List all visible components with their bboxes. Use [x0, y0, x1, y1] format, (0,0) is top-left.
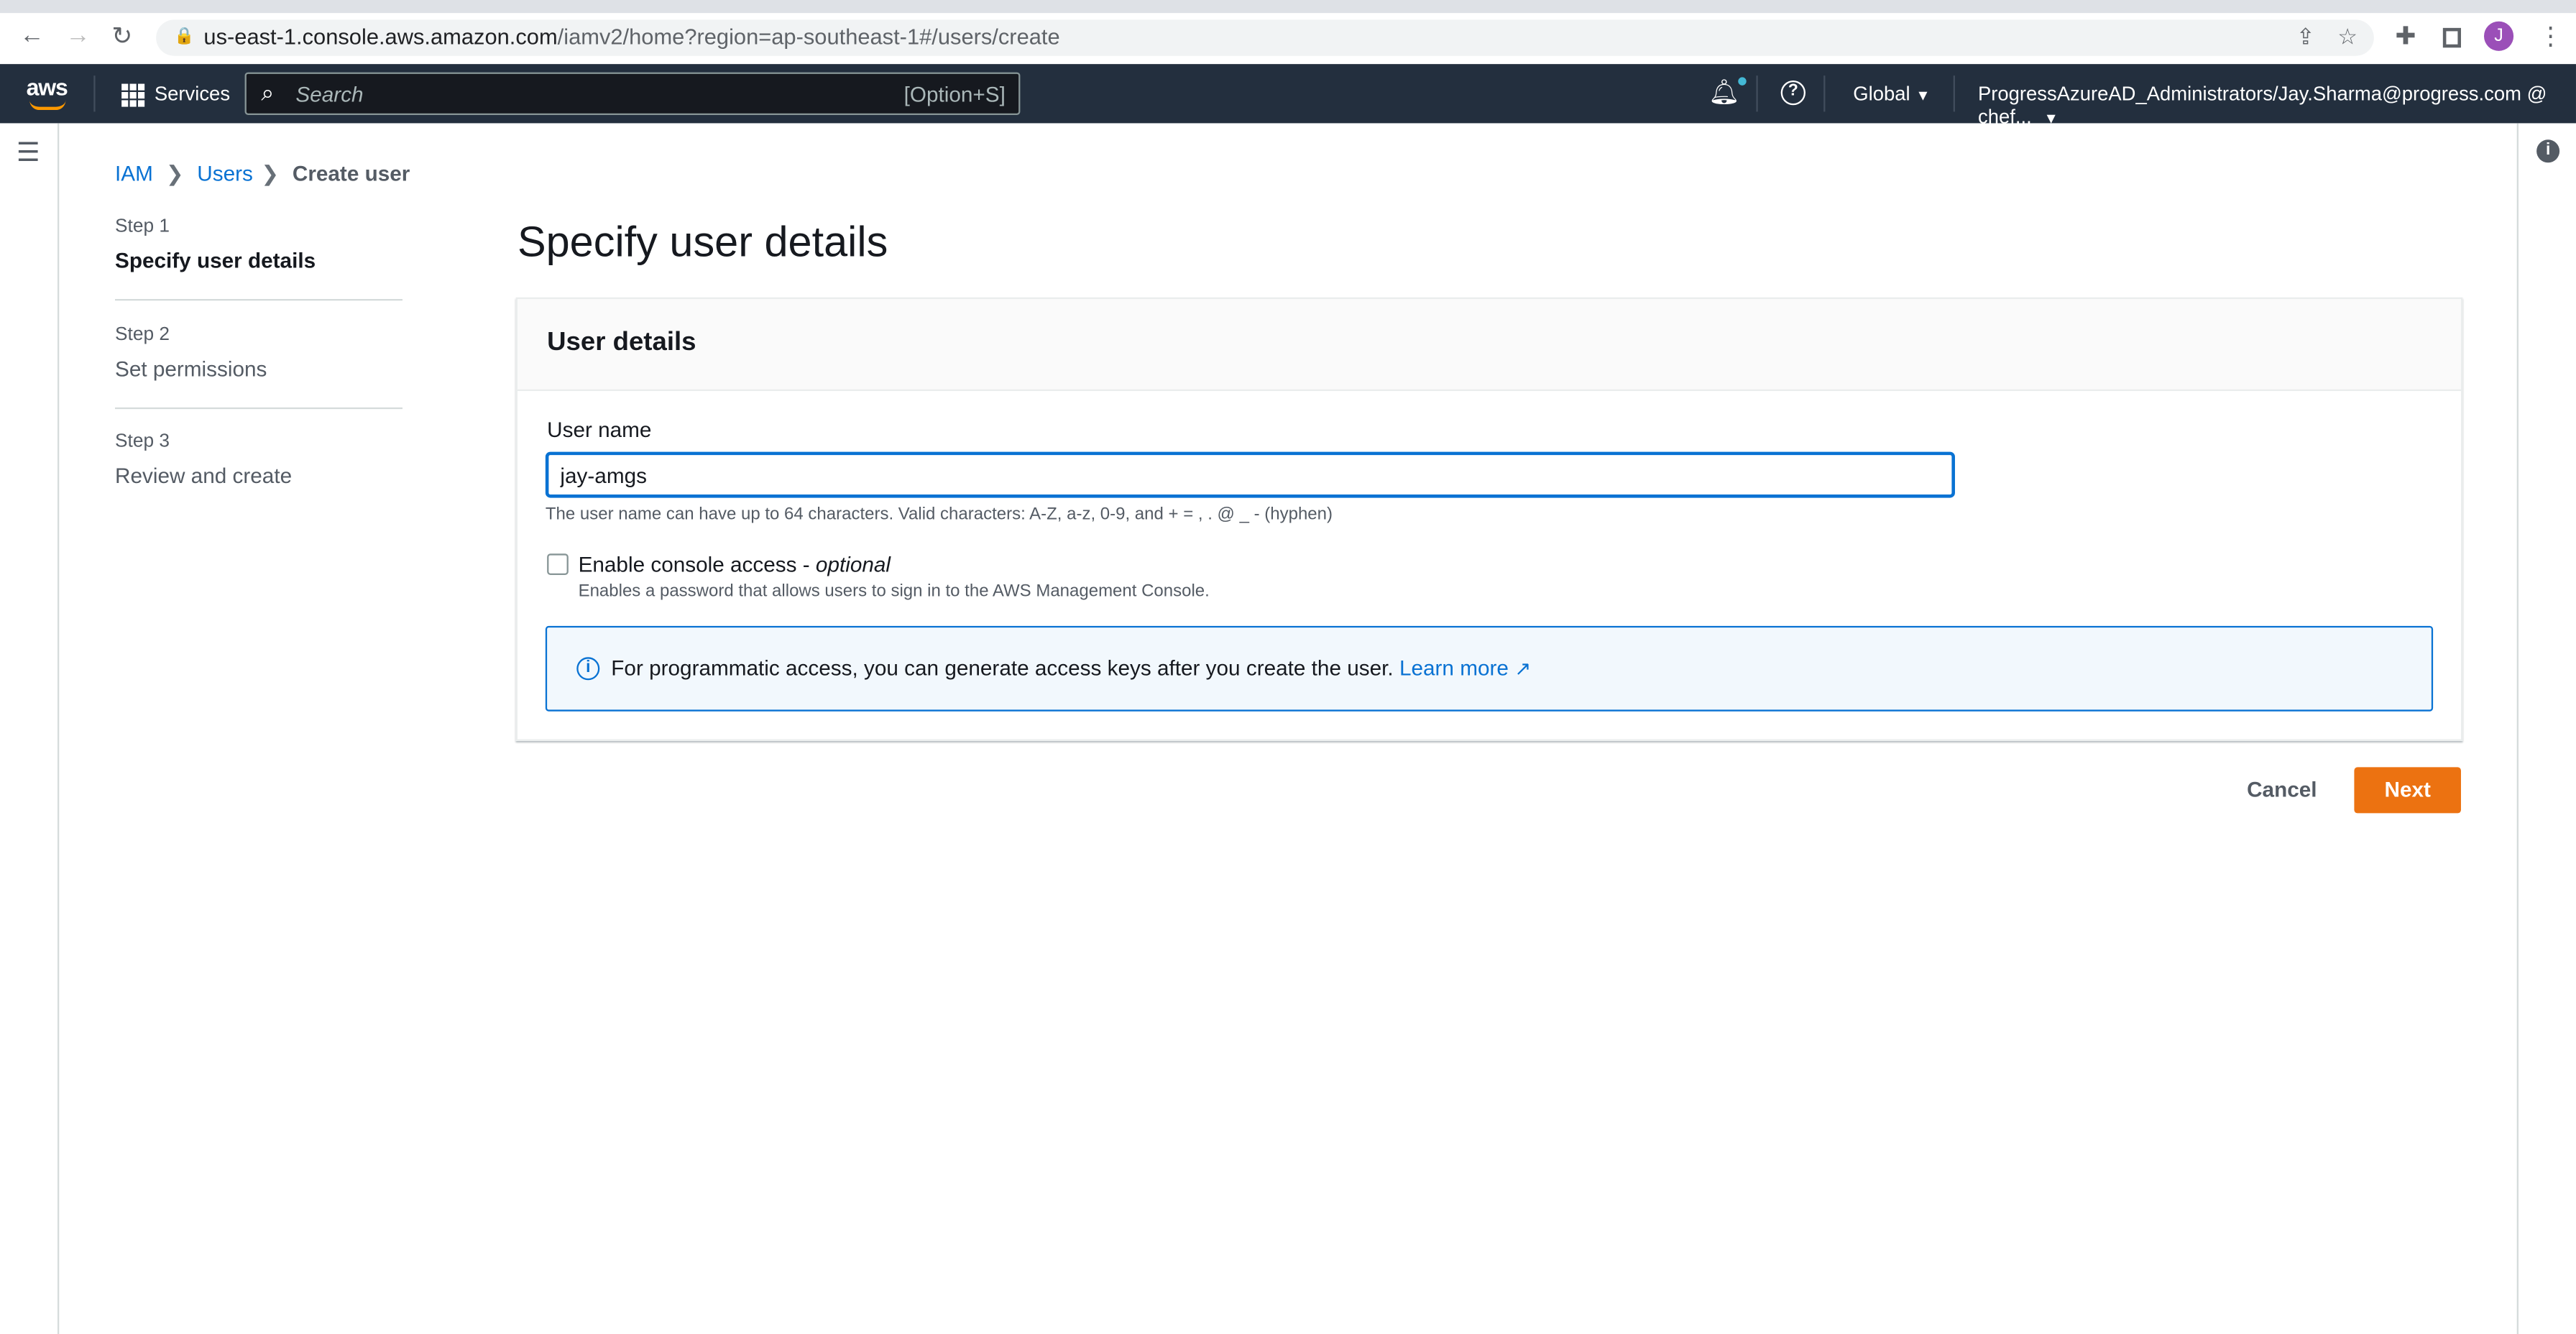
- help-icon[interactable]: ?: [1780, 80, 1806, 106]
- chevron-right-icon: ❯: [165, 160, 184, 186]
- caret-down-icon: ▼: [2043, 110, 2058, 126]
- region-selector[interactable]: Global ▼: [1853, 82, 1930, 105]
- username-hint: The user name can have up to 64 characte…: [545, 504, 1333, 525]
- console-access-text: Enable console access -: [578, 551, 816, 577]
- console-access-label[interactable]: Enable console access - optional: [579, 552, 891, 576]
- username-input[interactable]: [545, 451, 1955, 498]
- breadcrumb-users[interactable]: Users: [197, 161, 253, 185]
- extensions-icon[interactable]: ✚: [2396, 22, 2416, 51]
- divider: [114, 298, 402, 301]
- info-message: For programmatic access, you can generat…: [611, 655, 1394, 681]
- console-access-description: Enables a password that allows users to …: [578, 581, 1210, 602]
- aws-logo[interactable]: aws: [27, 74, 68, 101]
- left-nav-rail: ☰: [0, 123, 60, 1334]
- caret-down-icon: ▼: [1915, 87, 1931, 104]
- search-placeholder: Search: [295, 82, 364, 107]
- side-panel-icon[interactable]: [2442, 27, 2461, 48]
- card-header: User details: [517, 298, 2461, 391]
- share-icon[interactable]: ⇪: [2296, 19, 2315, 55]
- step-2-name: Set permissions: [114, 356, 267, 382]
- notification-dot: [1738, 77, 1747, 86]
- services-menu[interactable]: Services: [155, 82, 230, 105]
- step-1-name: Specify user details: [114, 248, 316, 273]
- divider: [1823, 75, 1826, 112]
- external-link-icon[interactable]: ↗: [1514, 657, 1531, 680]
- username-label: User name: [547, 417, 652, 442]
- menu-kebab-icon[interactable]: ⋮: [2538, 22, 2562, 51]
- address-bar[interactable]: 🔒 us-east-1.console.aws.amazon.com/iamv2…: [156, 19, 2374, 56]
- region-label: Global: [1853, 82, 1910, 106]
- search-input[interactable]: ⌕ Search [Option+S]: [244, 72, 1021, 115]
- aws-logo-smile: [29, 100, 66, 111]
- forward-icon[interactable]: →: [65, 22, 90, 50]
- divider: [1756, 75, 1758, 112]
- search-shortcut: [Option+S]: [903, 82, 1006, 107]
- info-alert-text: For programmatic access, you can generat…: [611, 656, 1531, 680]
- back-icon[interactable]: ←: [19, 22, 44, 50]
- info-alert: i For programmatic access, you can gener…: [545, 625, 2434, 712]
- breadcrumb-iam[interactable]: IAM: [115, 161, 153, 185]
- divider: [114, 407, 402, 410]
- browser-tab-strip: [0, 0, 2576, 14]
- step-3-name: Review and create: [114, 463, 293, 488]
- browser-toolbar: ← → ↻ 🔒 us-east-1.console.aws.amazon.com…: [0, 13, 2576, 65]
- right-help-rail: i: [2516, 123, 2576, 1334]
- aws-top-nav: aws Services ⌕ Search [Option+S] 🔔︎ ? Gl…: [0, 64, 2576, 128]
- account-menu[interactable]: ProgressAzureAD_Administrators/Jay.Sharm…: [1978, 82, 2576, 128]
- lock-icon: 🔒: [174, 27, 195, 46]
- console-access-checkbox[interactable]: [547, 553, 569, 575]
- services-grid-icon[interactable]: [121, 83, 145, 107]
- learn-more-link[interactable]: Learn more: [1399, 656, 1509, 680]
- info-panel-icon[interactable]: i: [2536, 139, 2560, 163]
- breadcrumb-current: Create user: [292, 160, 410, 186]
- star-icon[interactable]: ☆: [2337, 19, 2358, 55]
- next-button[interactable]: Next: [2354, 767, 2461, 814]
- search-icon: ⌕: [261, 78, 275, 106]
- step-3-label: Step 3: [114, 432, 170, 452]
- optional-tag: optional: [815, 551, 891, 577]
- url-host: us-east-1.console.aws.amazon.com: [203, 24, 558, 50]
- cancel-button[interactable]: Cancel: [2235, 767, 2330, 813]
- account-label: ProgressAzureAD_Administrators/Jay.Sharm…: [1977, 82, 2547, 129]
- info-icon: i: [576, 657, 600, 681]
- card-title: User details: [547, 328, 696, 356]
- step-1-label: Step 1: [114, 216, 170, 237]
- hamburger-menu-icon[interactable]: ☰: [17, 137, 40, 170]
- notifications-bell-icon[interactable]: 🔔︎: [1708, 77, 1740, 107]
- divider: [93, 75, 96, 112]
- reload-icon[interactable]: ↻: [111, 22, 132, 51]
- step-2-label: Step 2: [114, 325, 170, 345]
- profile-avatar[interactable]: J: [2483, 21, 2514, 51]
- divider: [1953, 75, 1955, 112]
- url-path: /iamv2/home?region=ap-southeast-1#/users…: [557, 24, 1060, 50]
- chevron-right-icon: ❯: [261, 160, 280, 186]
- page-title: Specify user details: [517, 216, 888, 267]
